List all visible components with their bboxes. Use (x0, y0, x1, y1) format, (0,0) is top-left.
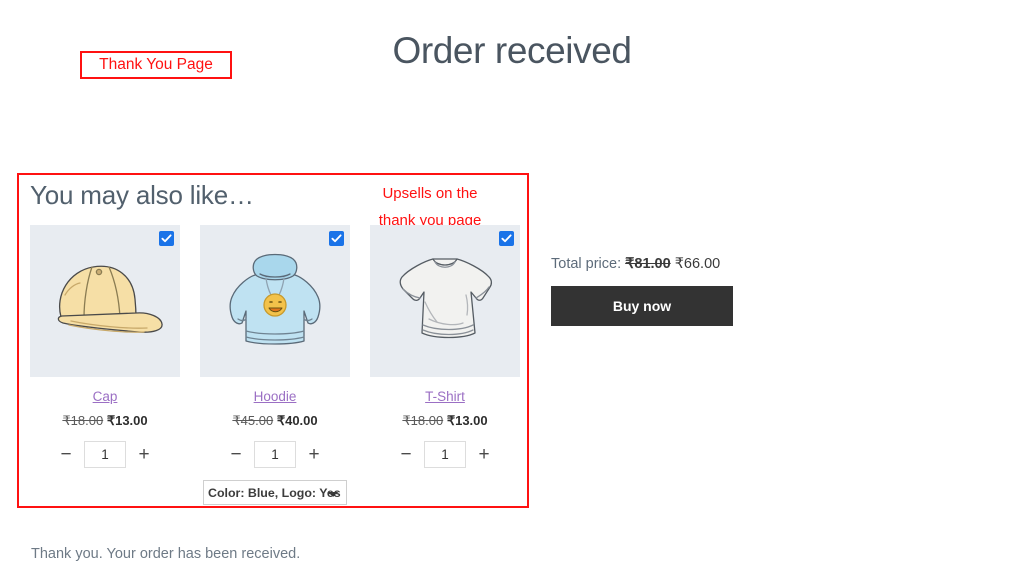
quantity-stepper-hoodie: − + (200, 441, 350, 468)
product-price-hoodie: ₹45.00 ₹40.00 (200, 413, 350, 429)
buy-now-button[interactable]: Buy now (551, 286, 733, 326)
cap-icon (57, 265, 163, 333)
order-received-note: Thank you. Your order has been received. (31, 546, 301, 562)
quantity-input-tshirt[interactable] (424, 441, 466, 468)
annotation-thank-you-page-label: Thank You Page (99, 56, 213, 73)
upsell-heading: You may also like… (30, 180, 254, 210)
checkout-summary: Total price: ₹81.00 ₹66.00 Buy now (551, 255, 781, 326)
quantity-stepper-cap: − + (30, 441, 180, 468)
total-old-price: ₹81.00 (625, 256, 671, 272)
total-price-line: Total price: ₹81.00 ₹66.00 (551, 255, 781, 273)
upsell-product-hoodie: Hoodie ₹45.00 ₹40.00 − + Color: Blue, Lo… (200, 225, 350, 505)
product-old-price-hoodie: ₹45.00 (232, 413, 274, 428)
quantity-input-cap[interactable] (84, 441, 126, 468)
quantity-increase-cap[interactable]: + (137, 445, 151, 464)
product-thumbnail-hoodie[interactable] (200, 225, 350, 377)
product-title-hoodie[interactable]: Hoodie (200, 389, 350, 405)
quantity-stepper-tshirt: − + (370, 441, 520, 468)
product-title-cap[interactable]: Cap (30, 389, 180, 405)
product-select-checkbox-tshirt[interactable] (499, 231, 514, 246)
quantity-decrease-tshirt[interactable]: − (399, 445, 413, 464)
total-new-price: ₹66.00 (674, 256, 721, 272)
quantity-increase-tshirt[interactable]: + (477, 445, 491, 464)
product-thumbnail-cap[interactable] (30, 225, 180, 377)
product-select-checkbox-hoodie[interactable] (329, 231, 344, 246)
quantity-decrease-hoodie[interactable]: − (229, 445, 243, 464)
upsell-product-list: Cap ₹18.00 ₹13.00 − + (30, 225, 520, 505)
variant-row-hoodie: Color: Blue, Logo: Yes (200, 480, 350, 505)
quantity-increase-hoodie[interactable]: + (307, 445, 321, 464)
product-old-price-tshirt: ₹18.00 (402, 413, 444, 428)
total-price-label: Total price: (551, 256, 622, 272)
product-thumbnail-tshirt[interactable] (370, 225, 520, 377)
tshirt-icon (399, 258, 493, 339)
product-new-price-tshirt: ₹13.00 (446, 413, 488, 428)
product-price-tshirt: ₹18.00 ₹13.00 (370, 413, 520, 429)
product-title-tshirt[interactable]: T-Shirt (370, 389, 520, 405)
product-new-price-cap: ₹13.00 (106, 413, 148, 428)
variant-select-hoodie[interactable]: Color: Blue, Logo: Yes (203, 480, 347, 505)
quantity-decrease-cap[interactable]: − (59, 445, 73, 464)
upsell-product-tshirt: T-Shirt ₹18.00 ₹13.00 − + (370, 225, 520, 505)
annotation-thank-you-page: Thank You Page (80, 51, 232, 79)
product-old-price-cap: ₹18.00 (62, 413, 104, 428)
quantity-input-hoodie[interactable] (254, 441, 296, 468)
upsell-product-cap: Cap ₹18.00 ₹13.00 − + (30, 225, 180, 505)
hoodie-icon (229, 253, 321, 345)
product-price-cap: ₹18.00 ₹13.00 (30, 413, 180, 429)
upsell-section: You may also like… Cap ₹18.00 ₹13.00 − 1… (30, 180, 520, 505)
thank-you-page: Order received Thank You Page Upsells on… (0, 0, 1024, 582)
product-select-checkbox-cap[interactable] (159, 231, 174, 246)
product-new-price-hoodie: ₹40.00 (276, 413, 318, 428)
